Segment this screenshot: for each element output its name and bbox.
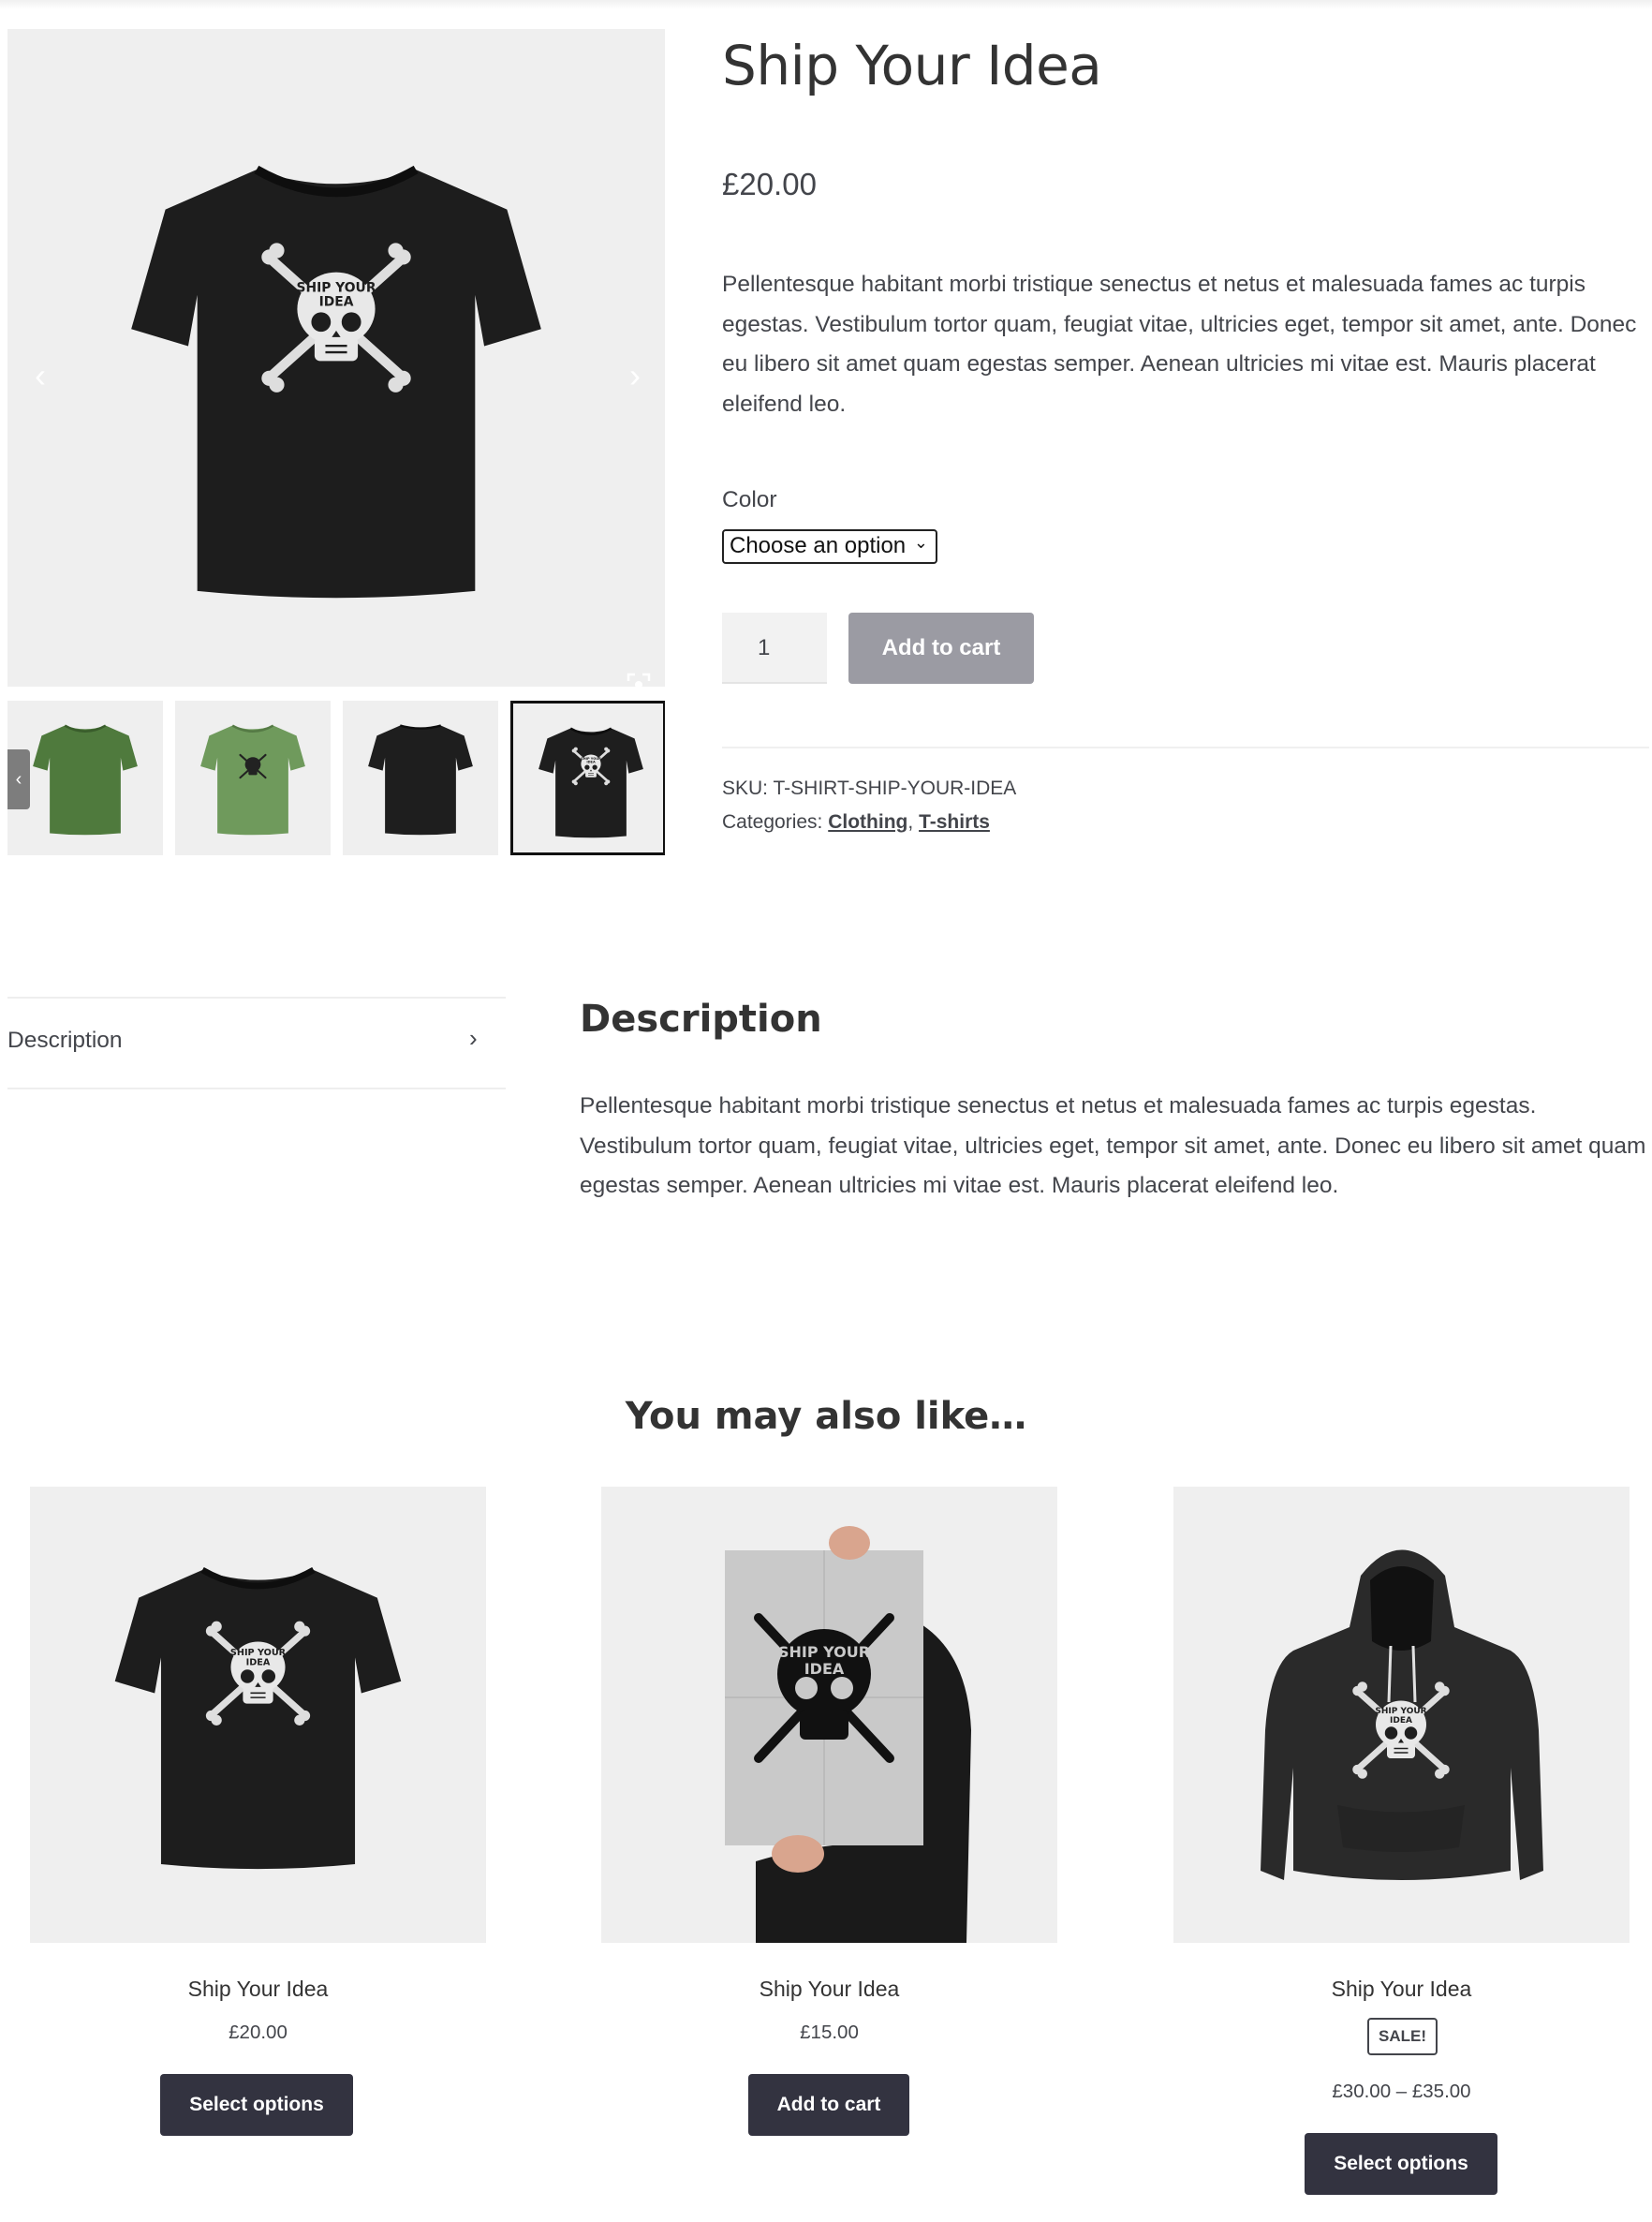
- product-sku: SKU: T-SHIRT-SHIP-YOUR-IDEA: [722, 778, 1016, 800]
- divider: [722, 747, 1649, 748]
- product-main-image[interactable]: ‹ ›: [7, 29, 665, 687]
- svg-text:IDEA: IDEA: [804, 1660, 845, 1678]
- related-product-image[interactable]: [30, 1487, 486, 1943]
- category-separator: ,: [907, 811, 914, 833]
- thumbnail-green-tshirt-front[interactable]: [7, 701, 163, 855]
- sku-label: SKU:: [722, 778, 769, 799]
- fullscreen-icon[interactable]: [627, 673, 651, 687]
- category-link-tshirts[interactable]: T-shirts: [919, 811, 990, 833]
- chevron-right-icon[interactable]: ›: [621, 357, 649, 394]
- product-categories: Categories: Clothing, T-shirts: [722, 811, 990, 834]
- green-tshirt-image: [33, 724, 138, 836]
- related-product-price: £20.00: [229, 2022, 288, 2043]
- tab-description[interactable]: Description ›: [7, 1000, 506, 1089]
- description-panel-title: Description: [580, 998, 822, 1041]
- quantity-input[interactable]: 1: [722, 613, 827, 684]
- svg-text:SHIP YOUR: SHIP YOUR: [778, 1643, 870, 1661]
- thumbnail-black-tshirt-print[interactable]: [510, 701, 665, 855]
- color-select-value: Choose an option: [730, 533, 907, 558]
- black-tshirt-back-image: [368, 724, 473, 836]
- tab-divider-bottom: [7, 1088, 506, 1089]
- black-hoodie-image: [1261, 1549, 1543, 1880]
- related-product-image[interactable]: [1173, 1487, 1630, 1943]
- related-product-price: £30.00 – £35.00: [1332, 2081, 1471, 2102]
- color-label: Color: [722, 487, 777, 512]
- green-tshirt-print-image: [200, 724, 305, 836]
- thumbnail-black-tshirt-back[interactable]: [343, 701, 498, 855]
- chevron-down-icon: ⌄: [913, 533, 928, 552]
- tab-divider-top: [7, 997, 506, 999]
- select-options-button[interactable]: Select options: [160, 2074, 353, 2136]
- black-tshirt-image: [114, 1567, 402, 1870]
- sale-badge: SALE!: [1367, 2018, 1438, 2055]
- chevron-left-icon: ‹: [15, 769, 22, 790]
- chevron-right-icon: ›: [469, 1024, 478, 1052]
- chevron-left-icon[interactable]: ‹: [26, 357, 54, 394]
- add-to-cart-button[interactable]: Add to cart: [748, 2074, 909, 2136]
- thumbnail-green-tshirt-print[interactable]: [175, 701, 331, 855]
- black-tshirt-print-image: [538, 727, 643, 838]
- gallery-thumbnails: [7, 701, 665, 855]
- header-shadow: [0, 0, 1652, 9]
- related-product-name[interactable]: Ship Your Idea: [1173, 1977, 1630, 2002]
- product-short-description: Pellentesque habitant morbi tristique se…: [722, 272, 1637, 417]
- black-tshirt-image: [131, 165, 541, 599]
- related-products-title: You may also like…: [625, 1395, 1027, 1438]
- select-options-button[interactable]: Select options: [1305, 2133, 1497, 2195]
- related-product-image[interactable]: SHIP YOUR IDEA: [601, 1487, 1057, 1943]
- categories-label: Categories:: [722, 811, 823, 833]
- add-to-cart-button[interactable]: Add to cart: [848, 613, 1034, 684]
- product-price: £20.00: [722, 167, 817, 201]
- tab-description-label: Description: [7, 1028, 123, 1053]
- poster-image: SHIP YOUR IDEA: [725, 1526, 971, 1943]
- related-product-price: £15.00: [800, 2022, 859, 2043]
- related-product-name[interactable]: Ship Your Idea: [30, 1977, 486, 2002]
- color-select[interactable]: Choose an option ⌄: [722, 529, 937, 564]
- description-panel-text: Pellentesque habitant morbi tristique se…: [580, 1093, 1646, 1198]
- sku-value: T-SHIRT-SHIP-YOUR-IDEA: [773, 778, 1017, 799]
- thumbnails-prev-button[interactable]: ‹: [7, 749, 30, 809]
- related-product-name[interactable]: Ship Your Idea: [601, 1977, 1057, 2002]
- category-link-clothing[interactable]: Clothing: [828, 811, 907, 833]
- product-title: Ship Your Idea: [722, 34, 1102, 97]
